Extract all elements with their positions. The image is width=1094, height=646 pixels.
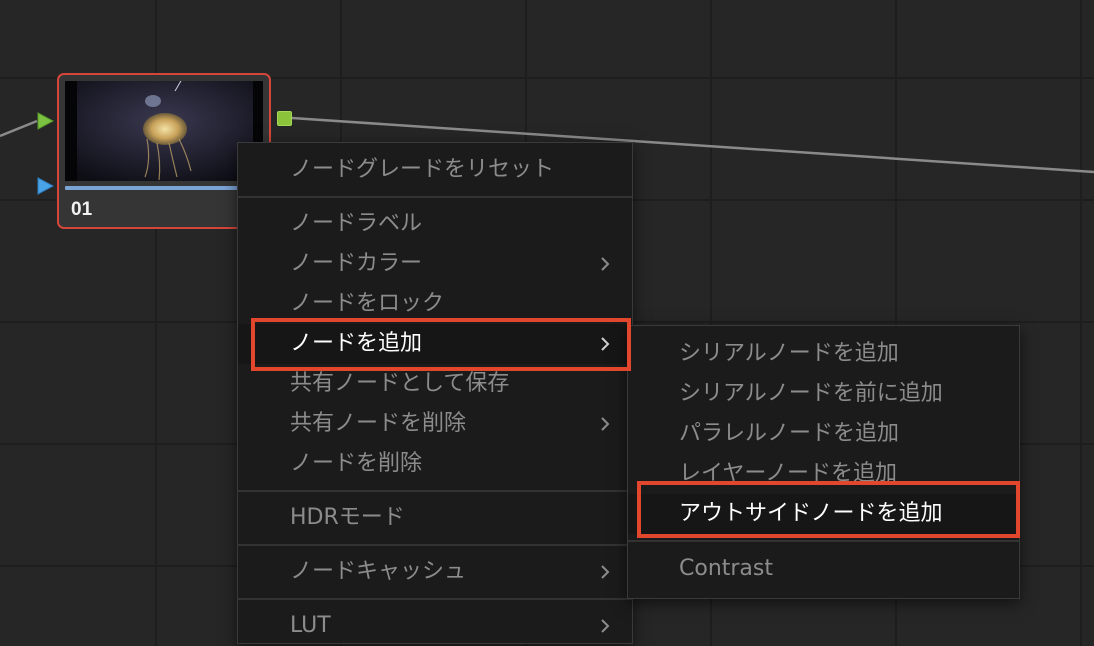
menu-item-save-as-shared-node[interactable]: 共有ノードとして保存 [238, 364, 632, 404]
submenu-item-add-serial-node[interactable]: シリアルノードを追加 [628, 334, 1019, 374]
chevron-right-icon [601, 417, 610, 431]
menu-item-label: ノードを削除 [290, 451, 423, 476]
menu-item-hdr-mode[interactable]: HDRモード [238, 498, 632, 538]
submenu-item-label: パラレルノードを追加 [679, 421, 900, 446]
menu-item-node-label[interactable]: ノードラベル [238, 204, 632, 244]
menu-item-delete-shared-node[interactable]: 共有ノードを削除 [238, 404, 632, 444]
input-connection-line [0, 119, 38, 138]
menu-item-node-cache[interactable]: ノードキャッシュ [238, 552, 632, 592]
node-progress-bar [65, 186, 263, 190]
menu-item-add-node[interactable]: ノードを追加 [238, 324, 632, 364]
menu-item-label: ノードグレードをリセット [290, 157, 555, 182]
menu-item-label: 共有ノードを削除 [290, 411, 467, 436]
menu-item-label: LUT [290, 613, 331, 638]
submenu-item-label: シリアルノードを前に追加 [679, 381, 943, 406]
menu-separator [238, 196, 632, 198]
add-node-submenu: シリアルノードを追加 シリアルノードを前に追加 パラレルノードを追加 レイヤーノ… [627, 325, 1020, 599]
menu-item-label: HDRモード [290, 505, 405, 530]
menu-item-label: ノードを追加 [290, 331, 423, 356]
menu-item-label: ノードキャッシュ [290, 559, 467, 584]
submenu-item-add-outside-node[interactable]: アウトサイドノードを追加 [628, 494, 1019, 534]
node-context-menu: ノードグレードをリセット ノードラベル ノードカラー ノードをロック ノードを追… [237, 142, 633, 644]
chevron-right-icon [601, 337, 610, 351]
chevron-right-icon [601, 565, 610, 579]
submenu-item-label: アウトサイドノードを追加 [679, 501, 943, 526]
menu-separator [238, 544, 632, 546]
menu-item-lock-node[interactable]: ノードをロック [238, 284, 632, 324]
menu-item-label: ノードカラー [290, 251, 423, 276]
alpha-input-port-icon[interactable] [37, 177, 54, 195]
chevron-right-icon [601, 257, 610, 271]
submenu-item-add-parallel-node[interactable]: パラレルノードを追加 [628, 414, 1019, 454]
submenu-item-add-serial-node-before[interactable]: シリアルノードを前に追加 [628, 374, 1019, 414]
menu-item-node-color[interactable]: ノードカラー [238, 244, 632, 284]
jellyfish-thumbnail [65, 81, 263, 181]
menu-separator [628, 540, 1019, 542]
menu-item-label: ノードをロック [290, 291, 445, 316]
menu-item-lut[interactable]: LUT [238, 606, 632, 646]
submenu-item-contrast[interactable]: Contrast [628, 549, 1019, 589]
submenu-item-label: シリアルノードを追加 [679, 341, 899, 366]
menu-item-delete-node[interactable]: ノードを削除 [238, 444, 632, 484]
chevron-right-icon [601, 619, 610, 633]
menu-separator [238, 490, 632, 492]
rgb-input-port-icon[interactable] [37, 112, 54, 130]
submenu-item-label: Contrast [679, 556, 774, 581]
node-label: 01 [71, 199, 93, 220]
submenu-item-label: レイヤーノードを追加 [679, 461, 898, 486]
menu-item-label: ノードラベル [290, 211, 423, 236]
node-thumbnail [65, 81, 263, 181]
submenu-item-add-layer-node[interactable]: レイヤーノードを追加 [628, 454, 1019, 494]
rgb-output-port-icon[interactable] [277, 111, 292, 126]
menu-item-label: 共有ノードとして保存 [290, 371, 510, 396]
menu-separator [238, 598, 632, 600]
menu-item-reset-node-grade[interactable]: ノードグレードをリセット [238, 150, 632, 190]
